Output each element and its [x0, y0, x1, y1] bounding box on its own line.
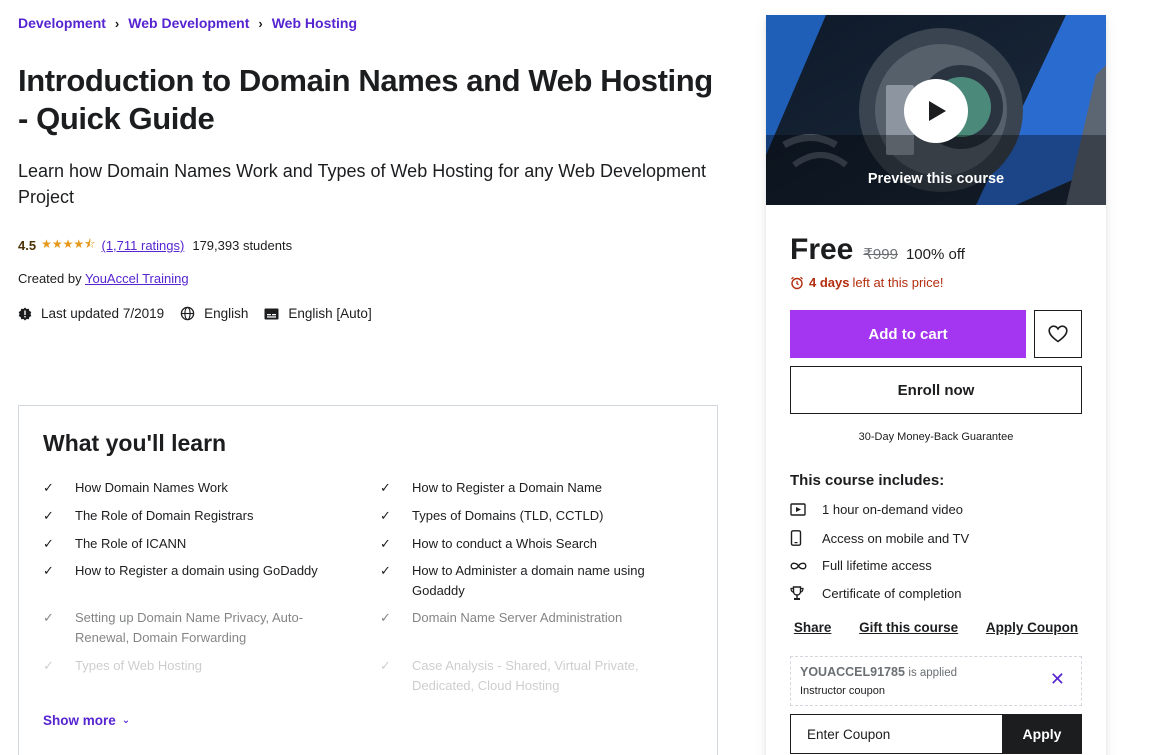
sidebar-links: Share Gift this course Apply Coupon [766, 620, 1106, 635]
include-item: Full lifetime access [790, 558, 932, 573]
check-icon: ✓ [43, 480, 54, 495]
coupon-type: Instructor coupon [800, 685, 885, 697]
created-by-label: Created by [18, 271, 82, 286]
learn-item: ✓ How to Administer a domain name using G… [380, 561, 667, 601]
students-count: 179,393 students [192, 238, 293, 253]
show-more-button[interactable]: Show more ⌄ [43, 713, 130, 728]
check-icon: ✓ [380, 658, 391, 673]
last-updated: Last updated 7/2019 [18, 306, 164, 321]
deadline-days: 4 days [809, 275, 850, 290]
learn-item: ✓ How to Register a domain using GoDaddy [43, 561, 330, 581]
instructor-link[interactable]: YouAccel Training [85, 271, 189, 286]
gift-course-link[interactable]: Gift this course [859, 620, 958, 635]
coupon-input[interactable] [790, 714, 1002, 754]
course-preview[interactable]: Preview this course [766, 15, 1106, 205]
coupon-form: Apply [790, 714, 1082, 754]
check-icon: ✓ [43, 508, 54, 523]
alarm-clock-icon [791, 276, 803, 289]
captions-text: English [Auto] [288, 306, 372, 321]
add-to-cart-button[interactable]: Add to cart [790, 310, 1026, 358]
learn-item: ✓ Types of Domains (TLD, CCTLD) [380, 506, 667, 526]
check-icon: ✓ [43, 563, 54, 578]
check-icon: ✓ [380, 480, 391, 495]
learn-item: ✓ The Role of ICANN [43, 534, 330, 554]
course-subtitle: Learn how Domain Names Work and Types of… [18, 161, 707, 207]
course-title: Introduction to Domain Names and Web Hos… [18, 63, 713, 136]
price-row: Free ₹999 100% off [790, 233, 965, 267]
chevron-right-icon: › [258, 15, 263, 31]
check-icon: ✓ [380, 536, 391, 551]
alert-badge-icon [18, 307, 32, 320]
learn-item: ✓ The Role of Domain Registrars [43, 506, 330, 526]
breadcrumb-development[interactable]: Development [18, 15, 106, 31]
language: English [180, 306, 248, 321]
created-by: Created by YouAccel Training [18, 271, 189, 286]
learn-item: ✓ How to conduct a Whois Search [380, 534, 667, 554]
trophy-icon [790, 586, 822, 601]
play-button[interactable] [904, 79, 968, 143]
video-icon [790, 503, 822, 516]
rating-value: 4.5 [18, 238, 37, 253]
coupon-applied-text: is applied [908, 667, 957, 679]
breadcrumb: Development › Web Development › Web Host… [18, 15, 357, 31]
include-item: Certificate of completion [790, 586, 961, 601]
check-icon: ✓ [43, 610, 54, 625]
include-item: 1 hour on-demand video [790, 502, 963, 517]
chevron-down-icon: ⌄ [121, 715, 131, 726]
learn-item: ✓ How to Register a Domain Name [380, 478, 667, 498]
mobile-icon [790, 530, 822, 546]
current-price: Free [790, 233, 854, 266]
preview-label: Preview this course [867, 171, 1005, 187]
ratings-count-link[interactable]: (1,711 ratings) [101, 238, 184, 253]
infinity-icon [790, 561, 822, 571]
show-more-label: Show more [43, 713, 116, 728]
language-text: English [204, 306, 249, 321]
learn-item: ✓ How Domain Names Work [43, 478, 330, 498]
captions: English [Auto] [264, 306, 372, 321]
check-icon: ✓ [43, 536, 54, 551]
original-price: ₹999 [863, 246, 898, 263]
apply-coupon-button[interactable]: Apply [1002, 714, 1082, 754]
include-item: Access on mobile and TV [790, 530, 969, 546]
purchase-sidebar: Preview this course Free ₹999 100% off 4… [766, 15, 1106, 755]
apply-coupon-link[interactable]: Apply Coupon [986, 620, 1078, 635]
money-back-guarantee: 30-Day Money-Back Guarantee [858, 431, 1014, 443]
rating-row: 4.5 ★★★★⯪ (1,711 ratings) 179,393 studen… [18, 235, 292, 256]
check-icon: ✓ [380, 563, 391, 578]
breadcrumb-web-development[interactable]: Web Development [128, 15, 249, 31]
deadline-text: left at this price! [852, 275, 944, 290]
breadcrumb-web-hosting[interactable]: Web Hosting [272, 15, 357, 31]
play-icon [929, 101, 946, 121]
check-icon: ✓ [380, 508, 391, 523]
learn-item: ✓ Types of Web Hosting [43, 656, 330, 676]
share-link[interactable]: Share [794, 620, 832, 635]
check-icon: ✓ [43, 658, 54, 673]
wishlist-button[interactable] [1034, 310, 1082, 358]
includes-title: This course includes: [790, 472, 945, 489]
remove-coupon-close-icon[interactable]: ✕ [1050, 669, 1065, 690]
learn-title: What you'll learn [43, 430, 227, 456]
course-meta: Last updated 7/2019 English English [Aut… [18, 306, 388, 321]
coupon-code-line: YOUACCEL91785 is applied [800, 665, 957, 679]
captions-icon [264, 308, 279, 319]
star-rating-icon: ★★★★⯪ [41, 237, 96, 251]
learn-item: ✓ Domain Name Server Administration [380, 608, 667, 628]
what-you-learn-box: What you'll learn ✓ How Domain Names Work… [18, 405, 718, 755]
discount-percent: 100% off [905, 246, 965, 263]
coupon-code: YOUACCEL91785 [800, 665, 905, 679]
last-updated-text: Last updated 7/2019 [41, 306, 165, 321]
applied-coupon-box: YOUACCEL91785 is applied Instructor coup… [790, 656, 1082, 706]
learn-item: ✓ Case Analysis - Shared, Virtual Private… [380, 656, 667, 696]
chevron-right-icon: › [114, 15, 120, 31]
enroll-now-button[interactable]: Enroll now [790, 366, 1082, 414]
globe-icon [180, 306, 195, 321]
learn-item: ✓ Setting up Domain Name Privacy, Auto-Re… [43, 608, 330, 648]
heart-icon [1048, 325, 1068, 343]
check-icon: ✓ [380, 610, 391, 625]
price-deadline: 4 days left at this price! [790, 275, 944, 290]
